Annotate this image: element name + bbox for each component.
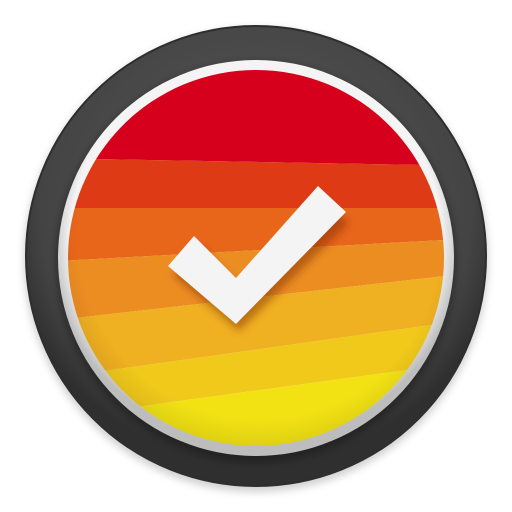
app-icon-graphic	[24, 25, 488, 492]
app-icon	[0, 0, 512, 512]
